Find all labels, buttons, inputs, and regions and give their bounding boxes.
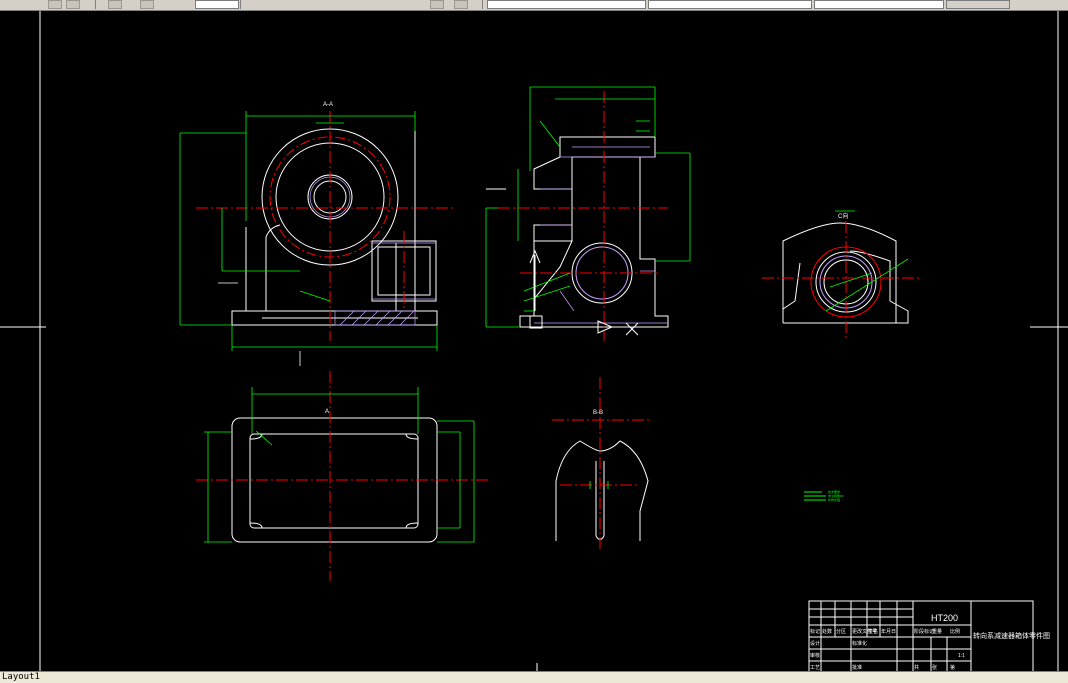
tb-label-approve: 批准: [852, 664, 862, 671]
tb-label-sheet: 张: [932, 664, 937, 671]
side-section-hatch: [534, 146, 668, 324]
scale-value: 1:1: [958, 653, 965, 659]
toolbar-group-properties: [420, 0, 483, 9]
tb-label-standard: 标准化: [852, 640, 867, 647]
drawing-canvas[interactable]: A-A C向 B-B A HT200 转向系减速器箱体零件图 1:1 标记 处数…: [0, 11, 1068, 674]
side-section-view: [519, 136, 669, 328]
tb-label-weight: 重量: [932, 628, 942, 635]
layout-tab[interactable]: Layout1: [2, 672, 40, 683]
side-section-dimensions: [485, 86, 691, 328]
zoom-icon[interactable]: [108, 0, 122, 9]
linetype-select[interactable]: [648, 0, 812, 9]
tb-label-date: 年月日: [881, 628, 896, 635]
section-label-b: B-B: [593, 410, 603, 416]
drawing-title: 转向系减速器箱体零件图: [973, 631, 1050, 640]
tb-label-sheet-total: 共: [914, 664, 919, 671]
tb-label-design: 设计: [810, 640, 820, 647]
tb-label-count: 处数: [822, 628, 832, 635]
material-label: HT200: [931, 613, 958, 623]
top-view-dimensions: [204, 387, 475, 543]
pan-icon[interactable]: [140, 0, 154, 9]
front-view: [231, 128, 438, 326]
tb-label-stage: 阶段标记: [914, 628, 934, 635]
tb-label-zone: 分区: [836, 628, 846, 635]
toolbar-group-layers: [100, 0, 241, 9]
plotstyle-select[interactable]: [946, 0, 1010, 9]
side-section-centerlines: [498, 91, 668, 341]
layout-tabs-bar: Layout1: [0, 671, 1068, 683]
section-label-a: A-A: [323, 102, 333, 108]
section-label-c: C向: [838, 212, 848, 220]
front-view-centerlines: [196, 111, 456, 341]
tb-label-scale: 比例: [950, 628, 960, 635]
toolbar: [0, 0, 1068, 11]
front-view-dimensions: [179, 111, 438, 366]
tb-label-sheet-no: 第: [950, 664, 955, 671]
layer-icon[interactable]: [48, 0, 62, 9]
properties-icon[interactable]: [430, 0, 444, 9]
tb-label-check: 审核: [810, 652, 820, 659]
color-select[interactable]: [487, 0, 646, 9]
layer-manager-icon[interactable]: [66, 0, 80, 9]
drawing-border: [0, 11, 1068, 671]
tb-label-sign: 签名: [868, 628, 878, 635]
detail-view: [555, 440, 649, 541]
lineweight-select[interactable]: [814, 0, 944, 9]
detail-view-centerlines: [552, 377, 650, 551]
technical-notes: [804, 491, 826, 501]
layer-select[interactable]: [195, 0, 239, 9]
tb-label-mark: 标记: [810, 628, 820, 635]
note-line-2: 时效处理: [828, 497, 840, 502]
top-view-label: A: [325, 409, 329, 415]
toolbar-group-standard: [0, 0, 96, 9]
match-properties-icon[interactable]: [454, 0, 468, 9]
top-view-centerlines: [196, 371, 488, 581]
